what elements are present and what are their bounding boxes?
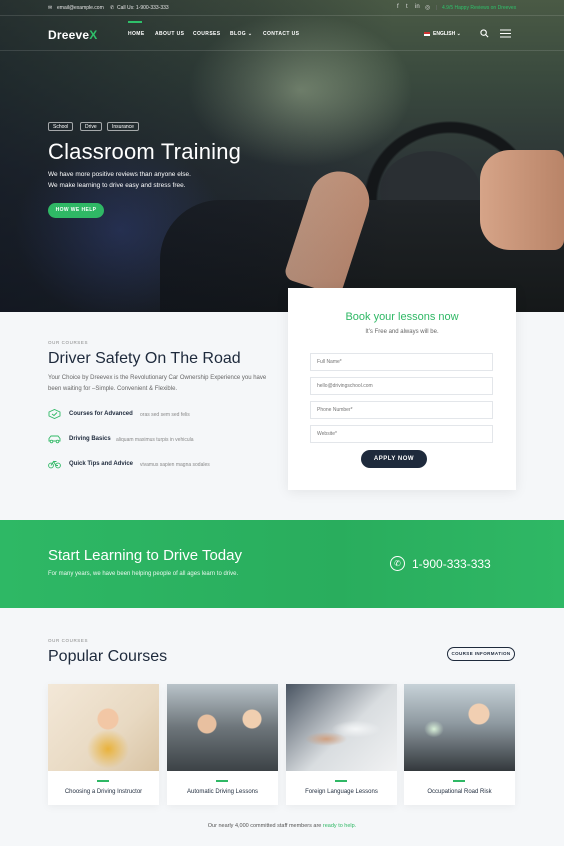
cta-title: Start Learning to Drive Today — [48, 547, 242, 564]
course-image — [48, 684, 159, 771]
hero-title: Classroom Training — [48, 139, 242, 164]
booking-subtitle: It’s Free and always will be. — [365, 329, 439, 335]
bicycle-icon — [48, 460, 61, 469]
phone-icon: ✆ — [390, 556, 405, 571]
how-we-help-button[interactable]: HOW WE HELP — [48, 203, 104, 218]
feature-name: Courses for Advanced — [69, 411, 133, 417]
course-title[interactable]: Occupational Road Risk — [404, 789, 515, 795]
section-eyebrow: OUR COURSES — [48, 340, 89, 345]
badge-icon — [48, 409, 61, 419]
nav-about[interactable]: ABOUT US — [155, 31, 184, 37]
section-body: Your Choice by Dreevex is the Revolution… — [48, 375, 267, 392]
hero-subtitle: We have more positive reviews than anyon… — [48, 171, 191, 178]
section-eyebrow: OUR COURSES — [48, 638, 89, 643]
phone-icon: ✆ — [110, 5, 115, 11]
feature-desc: vivamus sapien magna sodales — [140, 462, 210, 468]
website-field[interactable] — [310, 425, 493, 443]
nav-courses[interactable]: COURSES — [193, 31, 221, 37]
phone-field[interactable] — [310, 401, 493, 419]
feature-desc: oras sed sem sed felis — [140, 412, 190, 418]
hero-tag[interactable]: School — [48, 122, 74, 131]
main-nav: DreeveX HOME ABOUT US COURSES BLOG ⌄ CON… — [0, 17, 564, 51]
course-information-button[interactable]: COURSE INFORMATION — [447, 647, 515, 661]
cta-phone[interactable]: 1-900-333-333 — [412, 557, 491, 571]
car-icon — [48, 435, 61, 444]
language-selector[interactable]: ENGLISH ⌄ — [424, 31, 461, 37]
hero-tag[interactable]: Insurance — [107, 122, 139, 131]
cta-subtitle: For many years, we have been helping peo… — [48, 571, 239, 577]
hero-tag[interactable]: Drive — [80, 122, 102, 131]
instagram-icon[interactable]: ◎ — [425, 4, 430, 11]
reviews-link[interactable]: 4.9/5 Happy Reviews on Dreevex — [442, 5, 516, 11]
email-field[interactable] — [310, 377, 493, 395]
full-name-field[interactable] — [310, 353, 493, 371]
course-title[interactable]: Choosing a Driving Instructor — [48, 789, 159, 795]
hero-subtitle: We make learning to drive easy and stres… — [48, 182, 186, 189]
booking-title: Book your lessons now — [345, 311, 459, 323]
apply-now-button[interactable]: APPLY NOW — [361, 450, 427, 468]
nav-home[interactable]: HOME — [128, 31, 145, 37]
topbar-email[interactable]: email@example.com — [57, 5, 104, 11]
nav-blog[interactable]: BLOG ⌄ — [230, 31, 252, 37]
logo[interactable]: DreeveX — [48, 28, 97, 42]
course-card[interactable]: Choosing a Driving Instructor — [48, 684, 159, 805]
ready-to-help-link[interactable]: ready to help. — [323, 823, 356, 829]
footer-note: Our nearly 4,000 committed staff members… — [207, 823, 357, 829]
course-title[interactable]: Automatic Driving Lessons — [167, 789, 278, 795]
booking-form: Book your lessons now It’s Free and alwa… — [288, 288, 516, 490]
nav-contact[interactable]: CONTACT US — [263, 31, 299, 37]
email-icon: ✉ — [48, 5, 53, 11]
course-image — [286, 684, 397, 771]
search-icon[interactable] — [480, 29, 489, 38]
twitter-icon[interactable]: t — [406, 4, 408, 10]
top-bar: ✉ email@example.com ✆ Call Us: 1-900-333… — [0, 0, 564, 16]
course-image — [167, 684, 278, 771]
menu-icon[interactable] — [500, 29, 511, 38]
feature-desc: aliquam maximus turpis in vehicula — [116, 437, 194, 443]
active-nav-indicator — [128, 21, 142, 23]
feature-name: Driving Basics — [69, 436, 111, 442]
course-card[interactable]: Foreign Language Lessons — [286, 684, 397, 805]
section-title: Driver Safety On The Road — [48, 350, 241, 367]
linkedin-icon[interactable]: in — [415, 4, 420, 10]
course-title[interactable]: Foreign Language Lessons — [286, 789, 397, 795]
facebook-icon[interactable]: f — [397, 4, 399, 10]
course-card[interactable]: Automatic Driving Lessons — [167, 684, 278, 805]
hero-banner: ✉ email@example.com ✆ Call Us: 1-900-333… — [0, 0, 564, 312]
section-title: Popular Courses — [48, 648, 168, 665]
feature-name: Quick Tips and Advice — [69, 461, 134, 467]
flag-icon — [424, 31, 430, 36]
course-image — [404, 684, 515, 771]
topbar-phone[interactable]: Call Us: 1-900-333-333 — [117, 5, 169, 11]
course-card[interactable]: Occupational Road Risk — [404, 684, 515, 805]
